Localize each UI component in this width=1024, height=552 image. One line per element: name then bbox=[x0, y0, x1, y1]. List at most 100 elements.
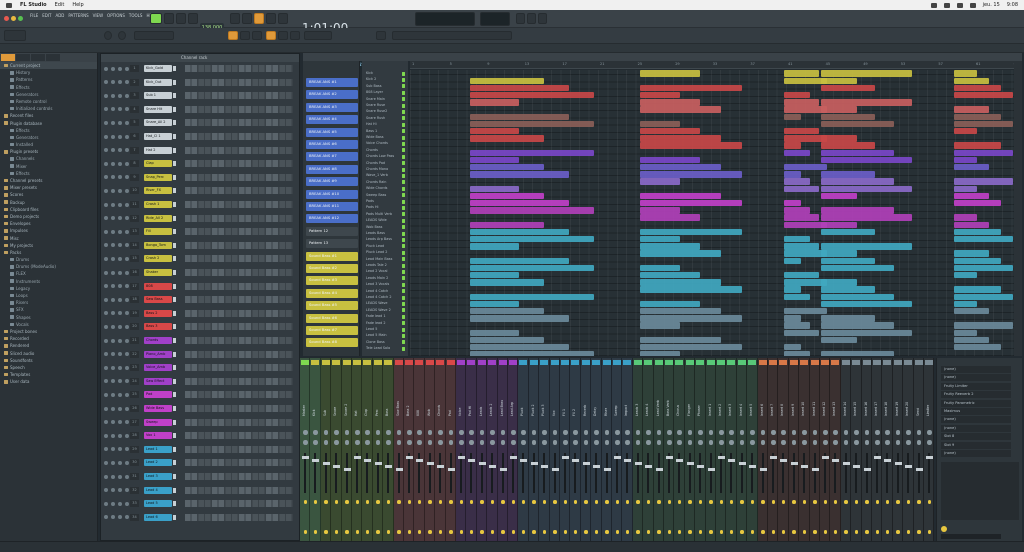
route-switch-icon[interactable] bbox=[428, 530, 432, 534]
channel-select-led[interactable] bbox=[173, 446, 176, 452]
stereo-knob-icon[interactable] bbox=[760, 440, 766, 445]
mixer-strip[interactable]: FX 1 bbox=[560, 358, 571, 541]
browser-item[interactable]: Effects bbox=[0, 170, 97, 177]
mixer-track-number[interactable]: 13 bbox=[130, 228, 139, 236]
playlist-clip[interactable] bbox=[639, 243, 701, 250]
channel-name-button[interactable]: Hat 2 bbox=[144, 146, 172, 154]
browser-item[interactable]: Soundfonts bbox=[0, 357, 97, 364]
pan-knob-icon[interactable] bbox=[615, 430, 620, 435]
channel-name-button[interactable]: Vox 1 bbox=[144, 432, 172, 440]
mixer-strip[interactable]: Bass 2 bbox=[404, 358, 415, 541]
playlist-clip[interactable] bbox=[784, 171, 802, 178]
fader-track[interactable] bbox=[345, 453, 348, 493]
pan-knob-icon[interactable] bbox=[111, 93, 115, 98]
fader-track[interactable] bbox=[408, 453, 410, 493]
track-mute-led[interactable] bbox=[402, 340, 405, 345]
window-buttons[interactable] bbox=[392, 31, 512, 40]
playlist-grid[interactable] bbox=[410, 70, 1014, 356]
track-mute-led[interactable] bbox=[402, 289, 405, 294]
mixer-strip[interactable]: Pluck bbox=[518, 358, 529, 541]
fader-handle[interactable] bbox=[343, 468, 351, 471]
playlist-clip[interactable] bbox=[639, 128, 701, 135]
send-switch-icon[interactable] bbox=[771, 500, 775, 504]
routing-icon[interactable] bbox=[941, 526, 947, 532]
slice-tool-icon[interactable] bbox=[290, 31, 300, 40]
route-switch-icon[interactable] bbox=[813, 530, 817, 534]
playlist-clip[interactable] bbox=[639, 84, 742, 92]
send-switch-icon[interactable] bbox=[563, 500, 567, 504]
stereo-knob-icon[interactable] bbox=[407, 440, 412, 445]
volume-knob-icon[interactable] bbox=[125, 120, 129, 125]
mixer-strip[interactable]: Riser bbox=[601, 358, 612, 541]
mixer-strip[interactable]: Insert 20 bbox=[903, 358, 914, 541]
channel-name-button[interactable]: Snap_Perc bbox=[144, 173, 172, 181]
send-switch-icon[interactable] bbox=[698, 500, 703, 504]
track-mute-led[interactable] bbox=[402, 269, 405, 274]
pan-knob-icon[interactable] bbox=[396, 430, 402, 435]
volume-knob-icon[interactable] bbox=[125, 216, 129, 221]
playlist-clip[interactable] bbox=[470, 336, 545, 344]
fader-handle[interactable] bbox=[426, 462, 434, 465]
pan-knob-icon[interactable] bbox=[111, 297, 115, 302]
slip-tool-icon[interactable] bbox=[278, 31, 288, 40]
track-mute-led[interactable] bbox=[402, 257, 405, 262]
stereo-knob-icon[interactable] bbox=[563, 440, 568, 445]
mute-icon[interactable] bbox=[104, 134, 108, 139]
fx-slot[interactable]: Fruity Limiter bbox=[941, 382, 1011, 390]
pan-knob-icon[interactable] bbox=[833, 430, 838, 435]
playlist-clip[interactable] bbox=[784, 214, 819, 221]
track-mute-led[interactable] bbox=[402, 282, 405, 287]
stereo-knob-icon[interactable] bbox=[646, 440, 651, 445]
playlist-clip[interactable] bbox=[639, 171, 742, 178]
channel-name-button[interactable]: Lead 6 bbox=[144, 513, 172, 521]
playlist-clip[interactable] bbox=[639, 156, 701, 164]
fader-track[interactable] bbox=[428, 453, 431, 493]
fader-handle[interactable] bbox=[395, 468, 403, 471]
playlist-clip[interactable] bbox=[470, 207, 595, 214]
browser-item[interactable]: Packs bbox=[0, 249, 97, 256]
route-switch-icon[interactable] bbox=[365, 530, 370, 534]
playlist-clip[interactable] bbox=[639, 228, 742, 236]
fader-handle[interactable] bbox=[624, 459, 632, 462]
volume-knob-icon[interactable] bbox=[125, 365, 129, 370]
volume-knob-icon[interactable] bbox=[125, 433, 129, 438]
playlist-clip[interactable] bbox=[820, 142, 876, 149]
send-switch-icon[interactable] bbox=[553, 500, 557, 504]
fader-handle[interactable] bbox=[603, 468, 611, 471]
send-switch-icon[interactable] bbox=[917, 500, 921, 504]
browser-item[interactable]: Scores bbox=[0, 191, 97, 198]
channel-row[interactable]: 11 Crash 1 bbox=[101, 200, 299, 209]
mixer-track-number[interactable]: 22 bbox=[130, 350, 139, 358]
channel-name-button[interactable]: Lead 3 bbox=[144, 473, 172, 480]
channel-name-button[interactable]: Piano_Amb bbox=[144, 350, 172, 358]
pan-knob-icon[interactable] bbox=[111, 365, 115, 370]
channel-name-button[interactable]: Riser_FX bbox=[144, 187, 172, 195]
playlist-clip[interactable] bbox=[639, 135, 721, 142]
mute-icon[interactable] bbox=[104, 66, 108, 71]
snap-selector[interactable] bbox=[134, 31, 174, 40]
volume-knob-icon[interactable] bbox=[125, 324, 129, 329]
volume-knob-icon[interactable] bbox=[118, 379, 122, 384]
step-sequencer[interactable] bbox=[185, 364, 293, 372]
route-switch-icon[interactable] bbox=[542, 530, 547, 534]
channel-name-button[interactable]: Shaker bbox=[144, 269, 172, 276]
volume-knob-icon[interactable] bbox=[118, 148, 122, 153]
send-switch-icon[interactable] bbox=[636, 500, 640, 504]
volume-knob-icon[interactable] bbox=[118, 352, 122, 357]
playlist-clip[interactable] bbox=[639, 286, 742, 293]
playlist-clip[interactable] bbox=[470, 243, 519, 250]
fader-handle[interactable] bbox=[541, 465, 549, 468]
playlist-clip[interactable] bbox=[820, 156, 913, 164]
mixer-track-number[interactable]: 26 bbox=[130, 405, 139, 412]
mixer-track-number[interactable]: 24 bbox=[130, 377, 139, 385]
mute-icon[interactable] bbox=[104, 229, 108, 234]
pan-knob-icon[interactable] bbox=[111, 243, 115, 248]
channel-row[interactable]: 8 Clap bbox=[101, 159, 299, 168]
step-sequencer[interactable] bbox=[185, 473, 293, 480]
mixer-strip[interactable]: Pad Hi bbox=[466, 358, 477, 541]
volume-knob-icon[interactable] bbox=[125, 338, 129, 343]
stereo-knob-icon[interactable] bbox=[521, 440, 526, 445]
fader-handle[interactable] bbox=[676, 459, 684, 462]
stereo-knob-icon[interactable] bbox=[355, 440, 360, 445]
playlist-clip[interactable] bbox=[820, 286, 876, 293]
